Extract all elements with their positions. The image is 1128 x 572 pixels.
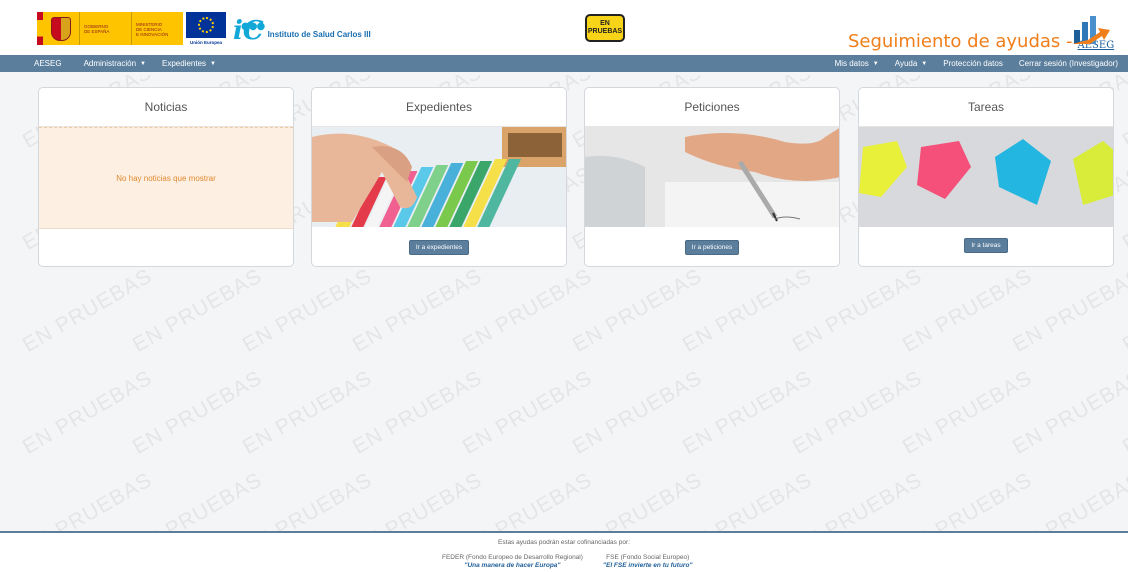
file-folders-image bbox=[312, 127, 566, 227]
watermark-text: EN PRUEBAS bbox=[1118, 75, 1128, 153]
isciii-mark-icon: ●●● iC bbox=[233, 16, 265, 46]
sticky-notes-image bbox=[859, 127, 1113, 227]
watermark-text: EN PRUEBAS bbox=[18, 468, 157, 535]
tareas-card-title: Tareas bbox=[859, 88, 1113, 127]
watermark-text: EN PRUEBAS bbox=[348, 366, 487, 459]
watermark-text: EN PRUEBAS bbox=[678, 468, 817, 535]
nav-right-cerrar-sesión-investigador[interactable]: Cerrar sesión (Investigador) bbox=[1011, 55, 1126, 72]
watermark-text: EN PRUEBAS bbox=[128, 264, 267, 357]
nav-left-expedientes[interactable]: Expedientes ▼ bbox=[154, 55, 224, 72]
watermark-text: EN PRUEBAS bbox=[458, 264, 597, 357]
expedientes-card-footer: Ir a expedientes bbox=[312, 227, 566, 266]
watermark-text: EN PRUEBAS bbox=[1008, 264, 1128, 357]
peticiones-card: Peticiones Ir a peticiones bbox=[584, 87, 840, 267]
watermark-text: EN PRUEBAS bbox=[788, 468, 927, 535]
caret-down-icon: ▼ bbox=[140, 60, 146, 67]
watermark-text: EN PRUEBAS bbox=[1118, 264, 1128, 357]
eu-logo: Unión Europea bbox=[186, 12, 226, 45]
expedientes-card-title: Expedientes bbox=[312, 88, 566, 127]
watermark-text: EN PRUEBAS bbox=[568, 366, 707, 459]
app-title-text: Seguimiento de ayudas - bbox=[848, 31, 1073, 52]
feder-fund: FEDER (Fondo Europeo de Desarrollo Regio… bbox=[442, 554, 583, 570]
caret-down-icon: ▼ bbox=[921, 60, 928, 67]
watermark-text: EN PRUEBAS bbox=[18, 366, 157, 459]
institute-name: Instituto de Salud Carlos III bbox=[267, 30, 371, 39]
tareas-card: Tareas Ir a tareas bbox=[858, 87, 1114, 267]
watermark-text: EN PRUEBAS bbox=[678, 264, 817, 357]
nav-right-protección-datos[interactable]: Protección datos bbox=[935, 55, 1011, 72]
watermark-text: EN PRUEBAS bbox=[238, 264, 377, 357]
nav-right-ayuda[interactable]: Ayuda ▼ bbox=[887, 55, 936, 72]
navbar-left: AESEG Administración ▼ Expedientes ▼ bbox=[0, 55, 224, 72]
caret-down-icon: ▼ bbox=[210, 60, 216, 67]
coat-of-arms-icon bbox=[43, 12, 79, 45]
watermark-text: EN PRUEBAS bbox=[568, 468, 707, 535]
watermark-text: EN PRUEBAS bbox=[1118, 366, 1128, 459]
go-to-tareas-button[interactable]: Ir a tareas bbox=[964, 237, 1008, 253]
news-empty-message: No hay noticias que mostrar bbox=[39, 127, 293, 229]
nav-item-label: Ayuda bbox=[894, 59, 918, 68]
cofinancing-intro: Estas ayudas podrán estar cofinanciadas … bbox=[498, 539, 630, 546]
watermark-text: EN PRUEBAS bbox=[458, 366, 597, 459]
nav-item-label: AESEG bbox=[34, 59, 62, 68]
expedientes-card: Expedientes Ir a expedientes bbox=[311, 87, 567, 267]
watermark-text: EN PRUEBAS bbox=[238, 468, 377, 535]
nav-right-mis-datos[interactable]: Mis datos ▼ bbox=[827, 55, 887, 72]
watermark-text: EN PRUEBAS bbox=[898, 366, 1037, 459]
watermark-text: EN PRUEBAS bbox=[18, 264, 157, 357]
main-navbar: AESEG Administración ▼ Expedientes ▼ Mis dat… bbox=[0, 55, 1128, 72]
go-to-expedientes-button[interactable]: Ir a expedientes bbox=[408, 239, 470, 255]
peticiones-card-footer: Ir a peticiones bbox=[585, 227, 839, 266]
feder-name: FEDER (Fondo Europeo de Desarrollo Regio… bbox=[442, 554, 583, 561]
app-chart-logo-icon bbox=[1072, 16, 1110, 44]
eu-label: Unión Europea bbox=[189, 40, 222, 45]
fse-name: FSE (Fondo Social Europeo) bbox=[606, 554, 690, 561]
nav-item-label: Cerrar sesión (Investigador) bbox=[1018, 59, 1118, 68]
feder-motto: "Una manera de hacer Europa" bbox=[464, 562, 561, 569]
watermark-text: EN PRUEBAS bbox=[898, 264, 1037, 357]
watermark-text: EN PRUEBAS bbox=[128, 468, 267, 535]
writing-hand-image bbox=[585, 127, 839, 227]
caret-down-icon: ▼ bbox=[872, 60, 879, 67]
watermark-text: EN PRUEBAS bbox=[898, 468, 1037, 535]
nav-left-administración[interactable]: Administración ▼ bbox=[76, 55, 154, 72]
watermark-text: EN PRUEBAS bbox=[348, 468, 487, 535]
news-card: Noticias No hay noticias que mostrar bbox=[38, 87, 294, 267]
go-to-peticiones-button[interactable]: Ir a peticiones bbox=[684, 239, 740, 255]
nav-item-label: Administración bbox=[83, 59, 137, 68]
watermark-text: EN PRUEBAS bbox=[1119, 468, 1128, 535]
nav-left-aeseg[interactable]: AESEG bbox=[0, 55, 76, 72]
page-footer: Estas ayudas podrán estar cofinanciadas … bbox=[0, 533, 1128, 572]
fse-motto: "El FSE invierte en tu futuro" bbox=[602, 562, 693, 569]
isciii-logo: ●●● iC Instituto de Salud Carlos III bbox=[233, 14, 371, 44]
top-header: GOBIERNO DE ESPAÑA MINISTERIO DE CIENCIA… bbox=[0, 0, 1128, 55]
test-environment-badge: EN PRUEBAS bbox=[585, 14, 625, 42]
watermark-text: EN PRUEBAS bbox=[1118, 162, 1128, 255]
peticiones-card-title: Peticiones bbox=[585, 88, 839, 127]
tareas-card-footer: Ir a tareas bbox=[859, 227, 1113, 263]
nav-item-label: Expedientes bbox=[162, 59, 207, 68]
government-label: GOBIERNO DE ESPAÑA bbox=[79, 12, 131, 45]
nav-item-label: Mis datos bbox=[834, 59, 869, 68]
watermark-text: EN PRUEBAS bbox=[1008, 366, 1128, 459]
watermark-text: EN PRUEBAS bbox=[238, 366, 377, 459]
watermark-text: EN PRUEBAS bbox=[788, 366, 927, 459]
watermark-text: EN PRUEBAS bbox=[788, 264, 927, 357]
government-logo: GOBIERNO DE ESPAÑA MINISTERIO DE CIENCIA… bbox=[37, 12, 227, 45]
watermark-text: EN PRUEBAS bbox=[1009, 468, 1128, 535]
watermark-text: EN PRUEBAS bbox=[128, 366, 267, 459]
navbar-right: Mis datos ▼ Ayuda ▼ Protección datos Cerrar s… bbox=[827, 55, 1126, 72]
watermark-text: EN PRUEBAS bbox=[458, 468, 597, 535]
fse-fund: FSE (Fondo Social Europeo) "El FSE invie… bbox=[603, 554, 693, 570]
watermark-text: EN PRUEBAS bbox=[568, 264, 707, 357]
ministry-label: MINISTERIO DE CIENCIA E INNOVACIÓN bbox=[131, 12, 183, 45]
funds-list: FEDER (Fondo Europeo de Desarrollo Regio… bbox=[442, 554, 693, 570]
nav-item-label: Protección datos bbox=[943, 59, 1003, 68]
watermark-text: EN PRUEBAS bbox=[348, 264, 487, 357]
news-card-title: Noticias bbox=[39, 88, 293, 127]
watermark-text: EN PRUEBAS bbox=[678, 366, 817, 459]
eu-flag-icon bbox=[186, 12, 226, 38]
